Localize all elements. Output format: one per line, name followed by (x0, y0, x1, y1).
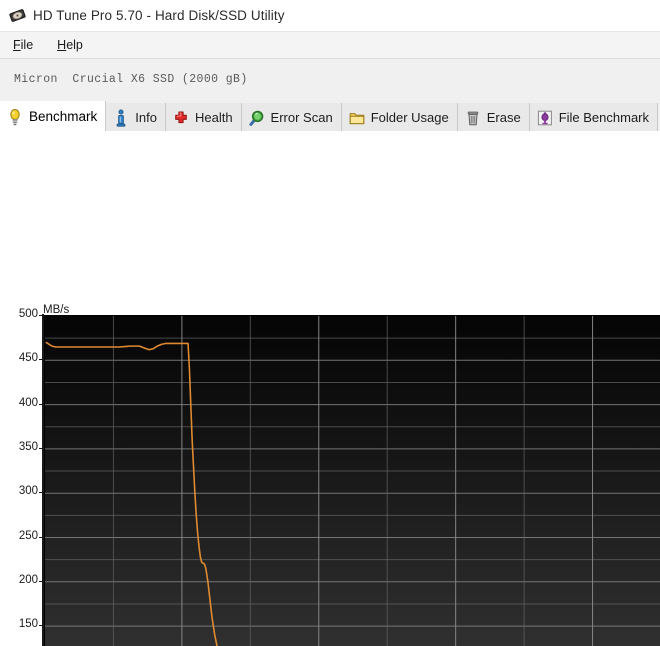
y-axis-tick-label: 400 (18, 396, 38, 409)
y-axis-tick (39, 625, 44, 627)
harddisk-icon (9, 7, 26, 24)
tab-erase-label: Erase (486, 110, 521, 125)
y-axis-tick-label: 300 (18, 485, 38, 498)
menu-help-rest: elp (66, 38, 83, 52)
benchmark-chart: MB/s 50100150200250300350400450500 02004… (0, 133, 660, 646)
menu-bar: File Help (0, 32, 660, 59)
tab-folder-usage[interactable]: Folder Usage (341, 103, 458, 132)
y-axis-tick-label: 200 (18, 573, 38, 586)
title-bar: HD Tune Pro 5.70 - Hard Disk/SSD Utility (0, 0, 660, 31)
y-axis-tick-label: 250 (18, 529, 38, 542)
y-axis-tick-label: 350 (18, 440, 38, 453)
transfer-rate-plot (45, 316, 660, 646)
tab-file-benchmark-label: File Benchmark (558, 110, 650, 125)
tab-file-benchmark[interactable]: File Benchmark (529, 103, 659, 132)
chart-vertical-gridlines (112, 316, 594, 646)
folder-icon (349, 109, 365, 127)
y-axis-tick-label: 150 (18, 618, 38, 631)
tab-info-label: Info (135, 110, 157, 125)
menu-file-rest: ile (20, 38, 34, 52)
tab-folder-usage-label: Folder Usage (370, 110, 449, 125)
info-icon (113, 109, 129, 127)
y-axis-tick-label: 450 (18, 352, 38, 365)
drive-selected-label: Micron Crucial X6 SSD (2000 gB) (14, 72, 248, 86)
window-title: HD Tune Pro 5.70 - Hard Disk/SSD Utility (33, 8, 285, 23)
trashcan-icon (465, 109, 481, 127)
drive-bar: Micron Crucial X6 SSD (2000 gB) (0, 59, 660, 98)
menu-help[interactable]: Help (46, 36, 94, 54)
chart-gridlines (45, 337, 660, 627)
tab-benchmark-label: Benchmark (29, 109, 98, 124)
magnifier-icon (248, 109, 265, 127)
menu-file[interactable]: File (2, 36, 44, 54)
redcross-icon (173, 109, 189, 127)
drive-selector[interactable]: Micron Crucial X6 SSD (2000 gB) (8, 66, 654, 92)
transfer-rate-line (45, 341, 218, 646)
lightbulb-icon (7, 108, 23, 126)
y-axis-tick (39, 536, 44, 538)
tab-erase[interactable]: Erase (457, 103, 530, 132)
stopwatch-icon (537, 109, 553, 127)
tab-health-label: Health (194, 110, 233, 125)
y-axis-tick (39, 315, 44, 316)
tab-benchmark[interactable]: Benchmark (0, 101, 107, 132)
y-axis-tick (39, 492, 44, 494)
chart-plot-area (44, 315, 660, 646)
tab-strip: Benchmark Info Health Error Scan Folder … (0, 98, 660, 132)
y-axis-tick-label: 500 (18, 308, 38, 320)
y-axis-tick (39, 359, 44, 361)
y-axis-tick (39, 580, 44, 582)
tab-error-scan-label: Error Scan (270, 110, 333, 125)
tab-error-scan[interactable]: Error Scan (241, 103, 342, 132)
hdtune-window: HD Tune Pro 5.70 - Hard Disk/SSD Utility… (0, 0, 660, 646)
y-axis-line (42, 314, 44, 646)
tab-health[interactable]: Health (165, 103, 242, 132)
tab-info[interactable]: Info (106, 103, 166, 132)
y-axis-tick (39, 447, 44, 449)
y-axis-tick (39, 403, 44, 405)
